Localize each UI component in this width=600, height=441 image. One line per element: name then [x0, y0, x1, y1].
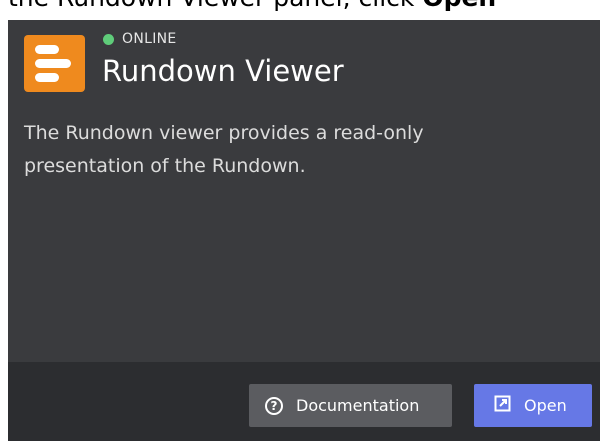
status-dot-icon [103, 33, 114, 45]
documentation-button[interactable]: ? Documentation [249, 384, 452, 427]
documentation-button-label: Documentation [296, 396, 420, 415]
instruction-bold-text: Open [422, 0, 496, 12]
status-label: ONLINE [122, 31, 177, 47]
rundown-list-icon [24, 35, 85, 92]
external-link-icon [494, 395, 511, 416]
help-circle-icon: ? [265, 396, 283, 415]
open-button-label: Open [524, 396, 567, 415]
app-description: The Rundown viewer provides a read-only … [24, 122, 424, 177]
instruction-text: the Rundown Viewer panel, click [8, 0, 414, 12]
status-indicator: ONLINE [103, 30, 177, 48]
app-card: ONLINE Rundown Viewer The Rundown viewer… [8, 20, 600, 441]
open-button[interactable]: Open [474, 384, 592, 427]
instruction-text-strip: the Rundown Viewer panel, click Open [0, 0, 600, 20]
app-title: Rundown Viewer [102, 54, 344, 88]
